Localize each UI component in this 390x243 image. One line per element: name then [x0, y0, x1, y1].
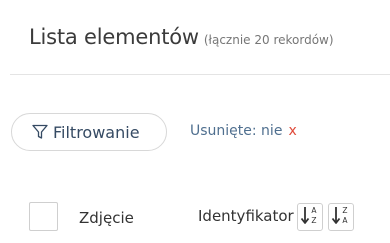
column-header-photo: Zdjęcie	[79, 209, 134, 227]
sort-ascending-button[interactable]: A Z	[297, 203, 323, 231]
record-count: (łącznie 20 rekordów)	[203, 33, 334, 47]
svg-text:A: A	[311, 206, 317, 215]
remove-filter-button[interactable]: x	[288, 123, 296, 139]
svg-text:Z: Z	[311, 216, 316, 225]
select-all-checkbox[interactable]	[29, 202, 58, 231]
filter-button[interactable]: Filtrowanie	[11, 113, 167, 151]
page-header: Lista elementów (łącznie 20 rekordów)	[10, 0, 390, 75]
sort-ascending-icon: A Z	[300, 204, 320, 230]
active-filter-text: Usunięte: nie	[190, 123, 283, 139]
svg-text:A: A	[342, 216, 348, 225]
sort-descending-button[interactable]: Z A	[328, 203, 354, 231]
column-header-identifier: Identyfikator	[198, 207, 294, 225]
sort-descending-icon: Z A	[331, 204, 351, 230]
filter-button-label: Filtrowanie	[53, 122, 140, 142]
active-filter-chip: Usunięte: nie x	[190, 123, 297, 139]
funnel-icon	[31, 123, 49, 141]
svg-text:Z: Z	[342, 206, 347, 215]
page-title-text: Lista elementów	[29, 25, 199, 49]
page-title: Lista elementów (łącznie 20 rekordów)	[29, 25, 334, 49]
